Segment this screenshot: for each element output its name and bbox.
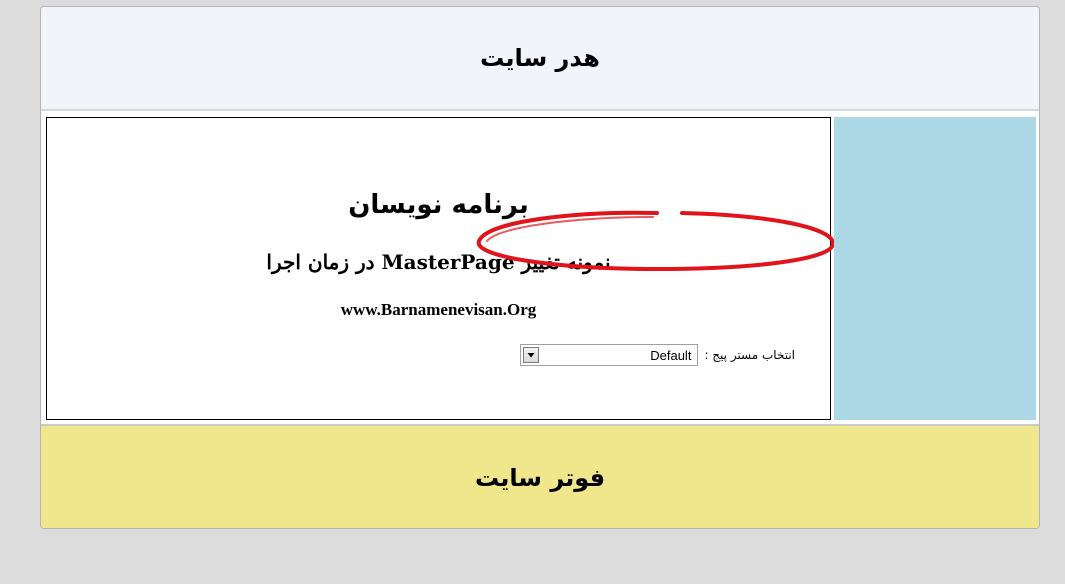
- content-title: برنامه نویسان: [348, 190, 529, 220]
- site-url: www.Barnamenevisan.Org: [340, 300, 537, 319]
- side-panel: [834, 117, 1036, 420]
- header-title: هدر سایت: [480, 44, 600, 72]
- masterpage-selector-label: انتخاب مستر پیج :: [704, 348, 795, 362]
- masterpage-dropdown[interactable]: Default: [520, 344, 699, 366]
- masterpage-selector: انتخاب مستر پیج : Default: [513, 343, 795, 367]
- site-footer: فوتر سایت: [41, 424, 1039, 528]
- footer-title: فوتر سایت: [474, 463, 606, 492]
- content-area: برنامه نویسان نمونه تغییر MasterPage در …: [46, 117, 831, 420]
- site-header: هدر سایت: [41, 7, 1039, 111]
- chevron-down-icon[interactable]: [523, 347, 540, 363]
- masterpage-dropdown-value: Default: [650, 348, 692, 363]
- master-page: هدر سایت برنامه نویسان نمونه تغییر Maste…: [40, 6, 1040, 529]
- content-subtitle: نمونه تغییر MasterPage در زمان اجرا: [266, 250, 611, 274]
